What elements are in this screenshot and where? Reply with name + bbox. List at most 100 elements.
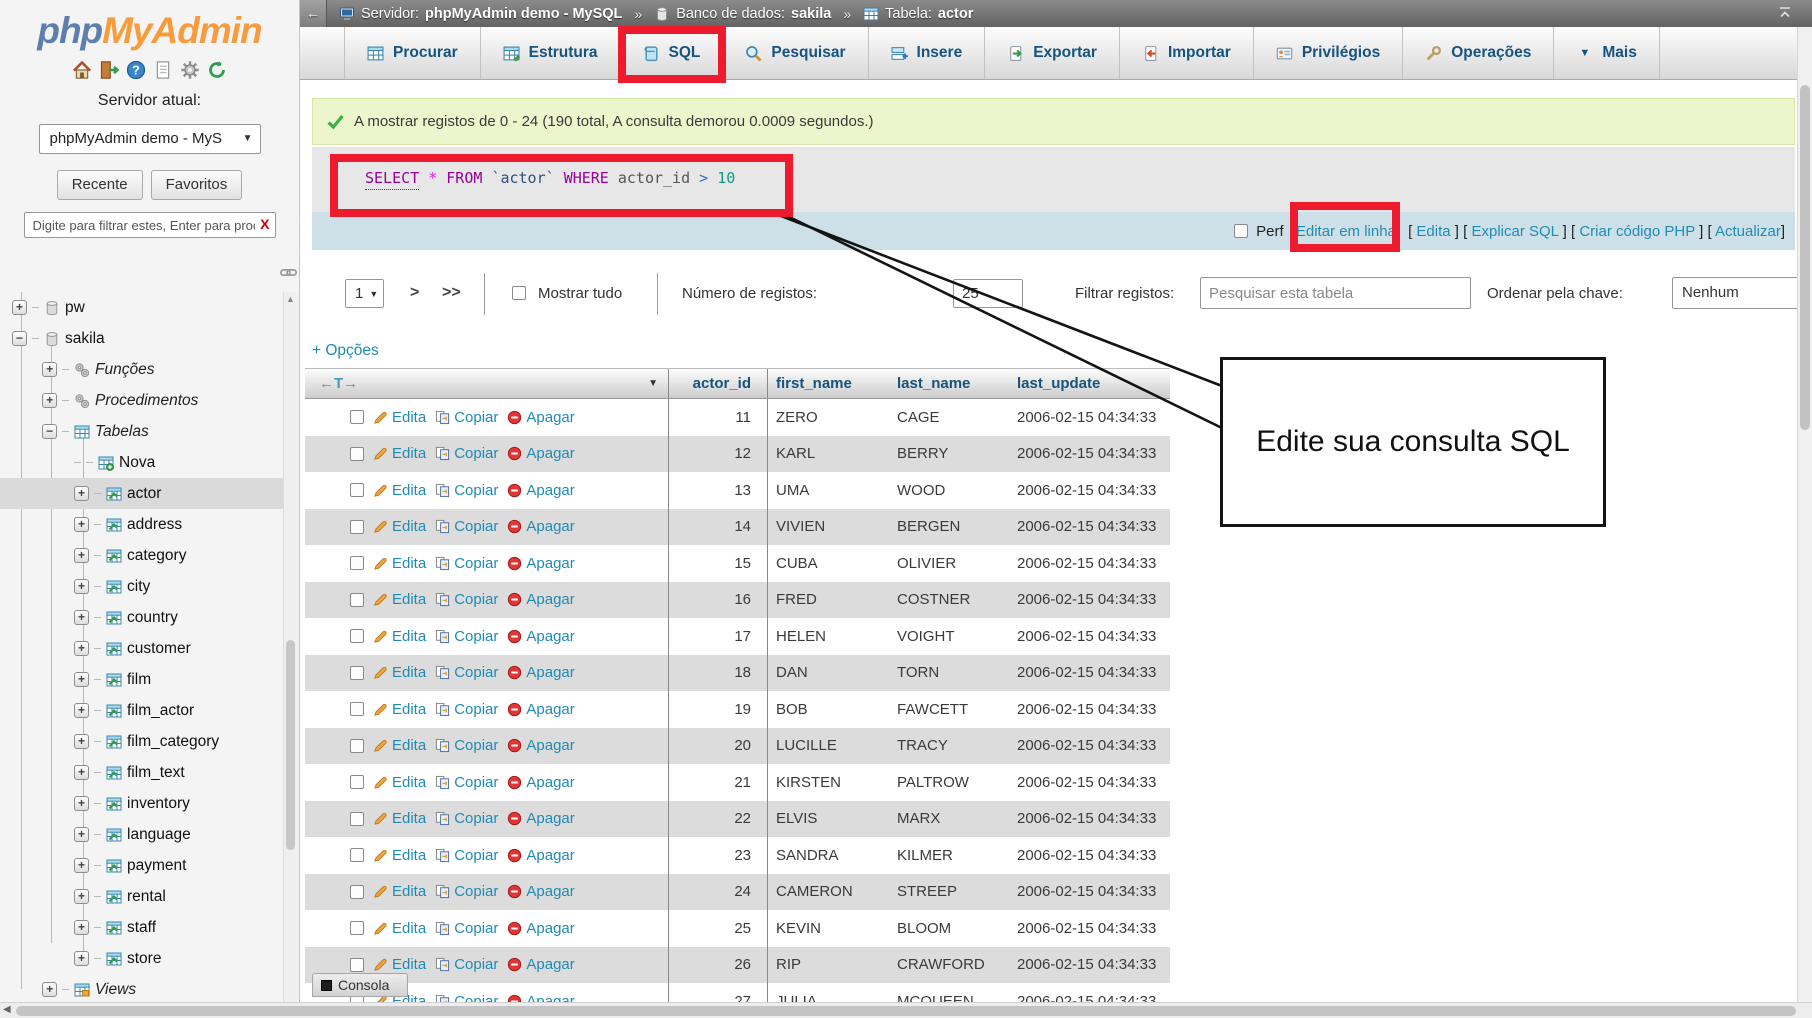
collapse-icon[interactable]: − (12, 331, 27, 346)
row-checkbox[interactable] (350, 885, 364, 899)
tree-filter-input[interactable] (24, 212, 276, 238)
expand-icon[interactable]: + (74, 889, 89, 904)
tree-item-film_category[interactable]: +film_category (0, 726, 283, 757)
expand-icon[interactable]: + (74, 734, 89, 749)
tree-item-actor[interactable]: +actor (0, 478, 283, 509)
expand-icon[interactable]: + (74, 796, 89, 811)
row-action-copiar[interactable]: Copiar (435, 664, 498, 681)
tree-item-sakila[interactable]: −sakila (0, 323, 283, 354)
row-action-copiar[interactable]: Copiar (435, 883, 498, 900)
server-select[interactable]: phpMyAdmin demo - MyS ▼ (39, 124, 261, 154)
sql-query-code[interactable]: SELECT * FROM `actor` WHERE actor_id > 1… (365, 169, 735, 187)
tab-opera-es[interactable]: Operações (1403, 27, 1554, 79)
phpmyadmin-logo[interactable]: phpMyAdmin (0, 0, 299, 52)
main-vertical-scrollbar[interactable] (1797, 27, 1812, 1002)
expand-icon[interactable]: + (12, 300, 27, 315)
tree-item-staff[interactable]: +staff (0, 912, 283, 943)
row-action-copiar[interactable]: Copiar (435, 628, 498, 645)
row-action-apagar[interactable]: Apagar (507, 920, 574, 937)
sort-options-icon[interactable]: ▼ (648, 378, 658, 389)
expand-icon[interactable]: + (74, 579, 89, 594)
row-action-apagar[interactable]: Apagar (507, 883, 574, 900)
tree-item-customer[interactable]: +customer (0, 633, 283, 664)
row-checkbox[interactable] (350, 593, 364, 607)
tab-pesquisar[interactable]: Pesquisar (723, 27, 868, 79)
expand-icon[interactable]: + (74, 858, 89, 873)
row-action-edita[interactable]: Edita (373, 518, 426, 535)
tree-item-category[interactable]: +category (0, 540, 283, 571)
query-action-link[interactable]: Edita (1416, 223, 1450, 240)
breadcrumb-database[interactable]: Banco de dados: sakila (654, 6, 831, 22)
column-header-last_update[interactable]: last_update (1009, 375, 1170, 392)
row-action-edita[interactable]: Edita (373, 956, 426, 973)
options-toggle-link[interactable]: + Opções (312, 342, 379, 360)
vertical-scrollbar-thumb[interactable] (1800, 85, 1810, 430)
tree-item-rental[interactable]: +rental (0, 881, 283, 912)
tree-item-film_actor[interactable]: +film_actor (0, 695, 283, 726)
row-checkbox[interactable] (350, 520, 364, 534)
row-action-edita[interactable]: Edita (373, 847, 426, 864)
tree-item-fun-es[interactable]: +Funções (0, 354, 283, 385)
row-action-edita[interactable]: Edita (373, 445, 426, 462)
tree-item-inventory[interactable]: +inventory (0, 788, 283, 819)
row-action-apagar[interactable]: Apagar (507, 956, 574, 973)
query-action-link[interactable]: Explicar SQL (1471, 223, 1558, 240)
row-action-apagar[interactable]: Apagar (507, 555, 574, 572)
tree-item-store[interactable]: +store (0, 943, 283, 974)
show-all-checkbox[interactable] (512, 286, 526, 300)
collapse-icon[interactable]: − (42, 424, 57, 439)
row-action-edita[interactable]: Edita (373, 883, 426, 900)
row-action-edita[interactable]: Edita (373, 628, 426, 645)
row-action-apagar[interactable]: Apagar (507, 628, 574, 645)
tab-insere[interactable]: Insere (869, 27, 986, 79)
column-header-first_name[interactable]: first_name (768, 375, 889, 392)
row-action-edita[interactable]: Edita (373, 555, 426, 572)
row-action-apagar[interactable]: Apagar (507, 518, 574, 535)
expand-icon[interactable]: + (74, 951, 89, 966)
row-action-edita[interactable]: Edita (373, 920, 426, 937)
expand-icon[interactable]: + (74, 765, 89, 780)
row-checkbox[interactable] (350, 410, 364, 424)
tree-item-address[interactable]: +address (0, 509, 283, 540)
row-action-apagar[interactable]: Apagar (507, 847, 574, 864)
row-action-copiar[interactable]: Copiar (435, 737, 498, 754)
column-header-actor_id[interactable]: actor_id (669, 369, 768, 398)
breadcrumb-table[interactable]: Tabela: actor (863, 6, 973, 22)
row-action-copiar[interactable]: Copiar (435, 555, 498, 572)
tree-item-film[interactable]: +film (0, 664, 283, 695)
expand-icon[interactable]: + (74, 610, 89, 625)
row-checkbox[interactable] (350, 739, 364, 753)
console-button[interactable]: Consola (312, 973, 408, 997)
horizontal-scrollbar-thumb[interactable] (16, 1006, 1796, 1016)
row-action-copiar[interactable]: Copiar (435, 482, 498, 499)
tree-item-views[interactable]: +Views (0, 974, 283, 1002)
column-nav-arrows[interactable]: ←T→ (319, 375, 358, 392)
tab-estrutura[interactable]: Estrutura (481, 27, 621, 79)
tree-item-tabelas[interactable]: −Tabelas (0, 416, 283, 447)
tab-exportar[interactable]: Exportar (985, 27, 1120, 79)
next-page-link[interactable]: > (410, 284, 419, 302)
row-action-copiar[interactable]: Copiar (435, 701, 498, 718)
expand-icon[interactable]: + (74, 517, 89, 532)
row-action-edita[interactable]: Edita (373, 664, 426, 681)
row-action-apagar[interactable]: Apagar (507, 737, 574, 754)
recent-button[interactable]: Recente (57, 170, 143, 200)
tree-item-city[interactable]: +city (0, 571, 283, 602)
row-action-edita[interactable]: Edita (373, 810, 426, 827)
sidebar-scrollbar[interactable]: ▲ (283, 292, 297, 1002)
row-action-edita[interactable]: Edita (373, 591, 426, 608)
expand-icon[interactable]: + (74, 672, 89, 687)
row-action-apagar[interactable]: Apagar (507, 810, 574, 827)
tree-item-pw[interactable]: +pw (0, 292, 283, 323)
row-action-apagar[interactable]: Apagar (507, 445, 574, 462)
row-checkbox[interactable] (350, 702, 364, 716)
row-action-copiar[interactable]: Copiar (435, 518, 498, 535)
expand-icon[interactable]: + (74, 486, 89, 501)
row-checkbox[interactable] (350, 629, 364, 643)
row-checkbox[interactable] (350, 483, 364, 497)
expand-icon[interactable]: + (42, 362, 57, 377)
rows-count-input[interactable] (953, 279, 1023, 308)
collapse-top-icon[interactable] (1776, 5, 1794, 21)
row-action-apagar[interactable]: Apagar (507, 482, 574, 499)
link-icon[interactable] (280, 264, 297, 281)
